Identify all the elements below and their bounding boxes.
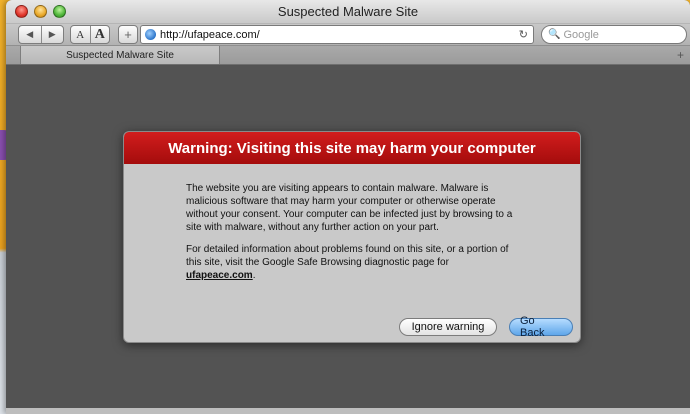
toolbar: ◀ ▶ A A + http://ufapeace.com/ ↻ 🔍 Googl… [6,24,690,46]
diagnostic-suffix: . [252,270,256,281]
decrease-text-size-button[interactable]: A [71,26,90,43]
reload-icon[interactable]: ↻ [519,28,528,41]
diagnostic-paragraph: For detailed information about problems … [186,243,520,282]
page-content: Warning: Visiting this site may harm you… [6,66,690,414]
diagnostic-link[interactable]: ufapeace.com [186,270,253,281]
navigation-buttons: ◀ ▶ [18,25,64,44]
text-size-buttons: A A [70,25,110,44]
window-title: Suspected Malware Site [277,4,419,19]
warning-body: The website you are visiting appears to … [124,164,580,282]
add-bookmark-button[interactable]: + [118,25,138,44]
dialog-buttons: Ignore warning Go Back [399,315,573,339]
go-back-button[interactable]: Go Back [509,315,573,339]
tab-suspected-malware-site[interactable]: Suspected Malware Site [20,46,220,64]
forward-button[interactable]: ▶ [40,26,64,43]
address-bar[interactable]: http://ufapeace.com/ ↻ [140,25,534,44]
url-text[interactable]: http://ufapeace.com/ [160,29,519,41]
ignore-warning-button[interactable]: Ignore warning [399,318,497,336]
search-placeholder[interactable]: Google [563,29,598,41]
title-bar: Suspected Malware Site [6,0,690,24]
search-field[interactable]: 🔍 Google [541,25,687,44]
search-icon: 🔍 [548,29,561,40]
malware-warning-dialog: Warning: Visiting this site may harm you… [123,131,581,343]
increase-text-size-button[interactable]: A [89,26,110,43]
warning-title: Warning: Visiting this site may harm you… [124,132,580,164]
browser-window: Suspected Malware Site ◀ ▶ A A + http://… [6,0,690,414]
back-button[interactable]: ◀ [19,26,41,43]
diagnostic-text: For detailed information about problems … [186,244,509,268]
globe-icon [145,29,156,40]
warning-paragraph: The website you are visiting appears to … [186,183,513,233]
new-tab-button[interactable]: + [677,48,684,62]
status-bar [6,408,690,414]
tab-bar: Suspected Malware Site + [6,46,690,65]
